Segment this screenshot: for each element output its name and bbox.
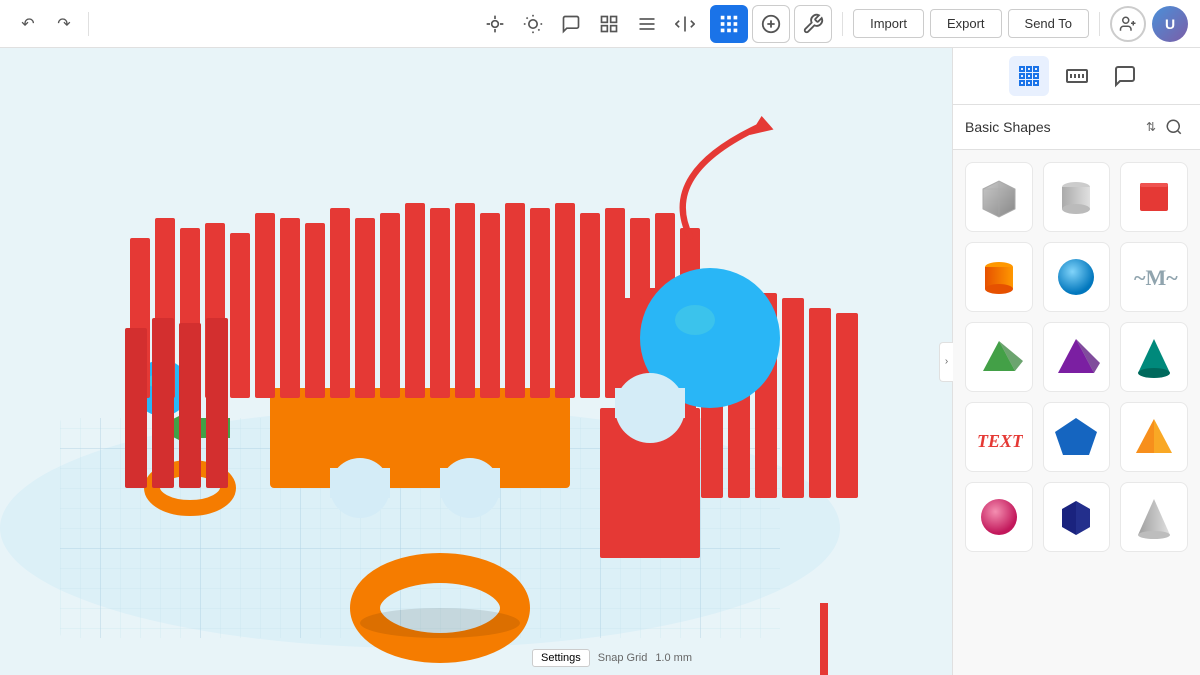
import-button[interactable]: Import [853, 9, 924, 38]
3d-scene [0, 48, 952, 675]
right-panel: › [952, 48, 1200, 675]
shape-selector-row: Basic Shapes ⇅ [953, 105, 1200, 150]
viewport-tools [478, 7, 702, 41]
separator-2 [842, 12, 843, 36]
ruler-panel-button[interactable] [1057, 56, 1097, 96]
mirror-tool-button[interactable] [668, 7, 702, 41]
nav-left: ↶ ↷ [12, 7, 702, 41]
send-to-button[interactable]: Send To [1008, 9, 1089, 38]
align-tool-button[interactable] [630, 7, 664, 41]
panel-collapse-handle[interactable]: › [939, 342, 953, 382]
box-darkblue-shape-item[interactable] [1043, 482, 1111, 552]
comment-tool-button[interactable] [554, 7, 588, 41]
chat-panel-button[interactable] [1105, 56, 1145, 96]
group-tool-button[interactable] [592, 7, 626, 41]
main-content: Settings Snap Grid 1.0 mm › [0, 48, 1200, 675]
shapes-grid: ~M~ [953, 150, 1200, 675]
redo-button[interactable]: ↷ [48, 8, 80, 40]
viewport-bottom-bar: Settings Snap Grid 1.0 mm [532, 649, 692, 667]
search-shapes-button[interactable] [1160, 113, 1188, 141]
text-shape-item[interactable]: TEXT [965, 402, 1033, 472]
cylinder-orange-shape-item[interactable] [965, 242, 1033, 312]
pyramid-purple-shape-item[interactable] [1043, 322, 1111, 392]
viewport[interactable]: Settings Snap Grid 1.0 mm [0, 48, 952, 675]
pentagon-blue-shape-item[interactable] [1043, 402, 1111, 472]
sphere-blue-shape-item[interactable] [1043, 242, 1111, 312]
separator-1 [88, 12, 89, 36]
top-nav: ↶ ↷ [0, 0, 1200, 48]
tools-view-button[interactable] [794, 5, 832, 43]
grid-value: 1.0 mm [655, 652, 692, 664]
cube-red-shape-item[interactable] [1120, 162, 1188, 232]
settings-button[interactable]: Settings [532, 649, 590, 667]
sphere-pink-shape-item[interactable] [965, 482, 1033, 552]
undo-button[interactable]: ↶ [12, 8, 44, 40]
light-tool-button[interactable] [516, 7, 550, 41]
user-avatar[interactable]: U [1152, 6, 1188, 42]
svg-text:~M~: ~M~ [1134, 265, 1178, 290]
export-button[interactable]: Export [930, 9, 1002, 38]
view-mode-icons [710, 5, 832, 43]
snap-grid-label: Snap Grid [598, 652, 648, 664]
add-user-button[interactable] [1110, 6, 1146, 42]
separator-3 [1099, 12, 1100, 36]
grid-view-button[interactable] [710, 5, 748, 43]
cone-teal-shape-item[interactable] [1120, 322, 1188, 392]
cone-gray-shape-item[interactable] [1120, 482, 1188, 552]
svg-text:TEXT: TEXT [977, 431, 1023, 451]
cylinder-gray-shape-item[interactable] [1043, 162, 1111, 232]
pyramid-green-shape-item[interactable] [965, 322, 1033, 392]
nav-top-right: Import Export Send To U [710, 5, 1188, 43]
shape-selector-arrow[interactable]: ⇅ [1146, 120, 1156, 134]
box-shape-item[interactable] [965, 162, 1033, 232]
shapes-view-button[interactable] [752, 5, 790, 43]
shapes-panel-button[interactable] [1009, 56, 1049, 96]
camera-tool-button[interactable] [478, 7, 512, 41]
panel-top-icons [953, 48, 1200, 105]
undo-redo-group: ↶ ↷ [12, 8, 80, 40]
basic-shapes-label: Basic Shapes [965, 119, 1142, 135]
wavy-shape-item[interactable]: ~M~ [1120, 242, 1188, 312]
pyramid-yellow-shape-item[interactable] [1120, 402, 1188, 472]
